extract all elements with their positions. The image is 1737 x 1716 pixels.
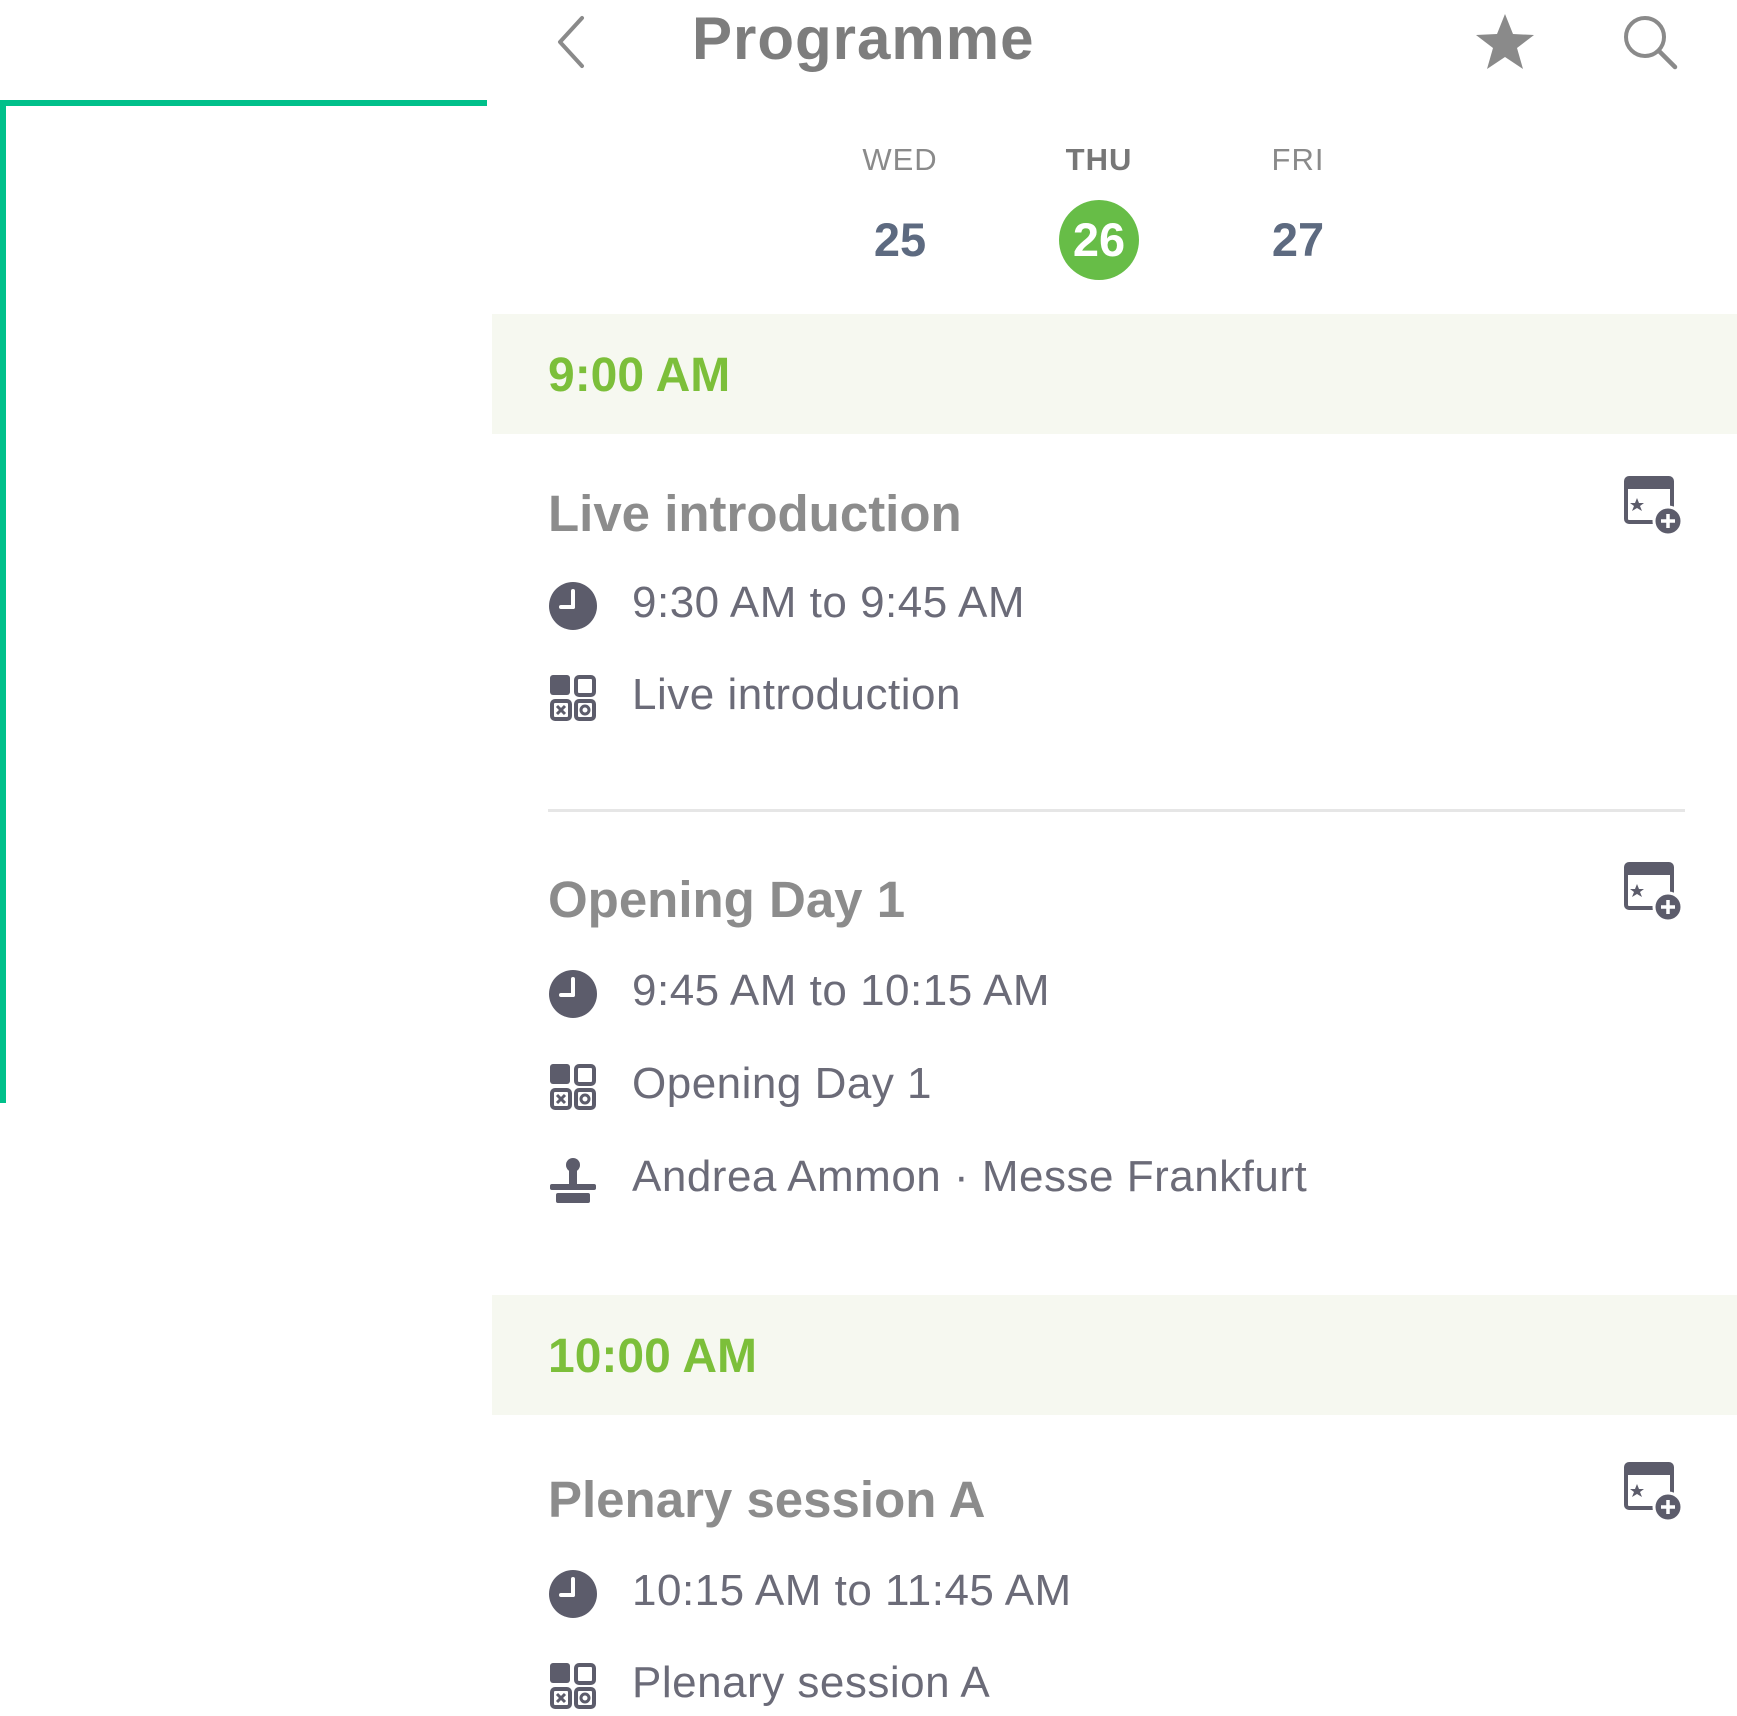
session-time-range: 9:30 AM to 9:45 AM: [632, 578, 1026, 627]
session-time-range: 10:15 AM to 11:45 AM: [632, 1566, 1072, 1615]
time-slot-header: 10:00 AM: [492, 1295, 1737, 1415]
session-category: Plenary session A: [632, 1658, 991, 1707]
session-category: Live introduction: [632, 670, 961, 719]
calendar-add-icon: [1624, 476, 1684, 537]
day-of-week: FRI: [1271, 142, 1325, 177]
category-grid-icon: [550, 1663, 596, 1709]
session-time-range: 9:45 AM to 10:15 AM: [632, 966, 1050, 1015]
day-tab-fri[interactable]: FRI 27: [1228, 140, 1368, 280]
day-tab-wed[interactable]: WED 25: [830, 140, 970, 280]
session-title: Opening Day 1: [548, 871, 906, 928]
session-speaker: Andrea Ammon · Messe Frankfurt: [632, 1152, 1308, 1201]
header-bar: Programme: [492, 0, 1737, 90]
day-of-week: WED: [862, 142, 938, 177]
session-category: Opening Day 1: [632, 1059, 933, 1108]
day-number: 25: [873, 213, 927, 266]
time-slot-header: 9:00 AM: [492, 314, 1737, 434]
star-icon: [1476, 14, 1534, 69]
clock-icon: [549, 970, 597, 1018]
day-tab-thu[interactable]: THU 26: [1029, 140, 1169, 280]
day-number-selected: 26: [1059, 200, 1139, 280]
time-slot-label: 9:00 AM: [548, 349, 731, 402]
calendar-add-icon: [1624, 1462, 1684, 1523]
category-grid-icon: [550, 1064, 596, 1110]
add-to-calendar-button[interactable]: [1624, 1460, 1684, 1523]
speaker-icon: [550, 1158, 596, 1203]
search-icon: [1624, 16, 1678, 70]
search-button[interactable]: [1620, 12, 1680, 72]
add-to-calendar-button[interactable]: [1624, 474, 1684, 537]
clock-icon: [549, 1570, 597, 1618]
day-of-week: THU: [1065, 142, 1133, 177]
favorites-button[interactable]: [1472, 10, 1538, 76]
time-slot-label: 10:00 AM: [548, 1330, 757, 1383]
page-title: Programme: [692, 5, 1035, 72]
back-button[interactable]: [554, 12, 590, 72]
clock-icon: [549, 582, 597, 630]
callout-line-horizontal: [0, 100, 487, 106]
day-number: 27: [1271, 213, 1325, 266]
programme-screen: Programme WED 25 THU 26 FRI 27 9:00 AM L…: [492, 0, 1737, 1713]
add-to-calendar-button[interactable]: [1624, 860, 1684, 923]
session-title: Plenary session A: [548, 1471, 986, 1528]
category-grid-icon: [550, 675, 596, 721]
session-divider: [548, 809, 1685, 812]
session-title: Live introduction: [548, 485, 962, 542]
calendar-add-icon: [1624, 862, 1684, 923]
chevron-left-icon: [558, 16, 584, 68]
callout-line-vertical: [0, 100, 6, 1103]
